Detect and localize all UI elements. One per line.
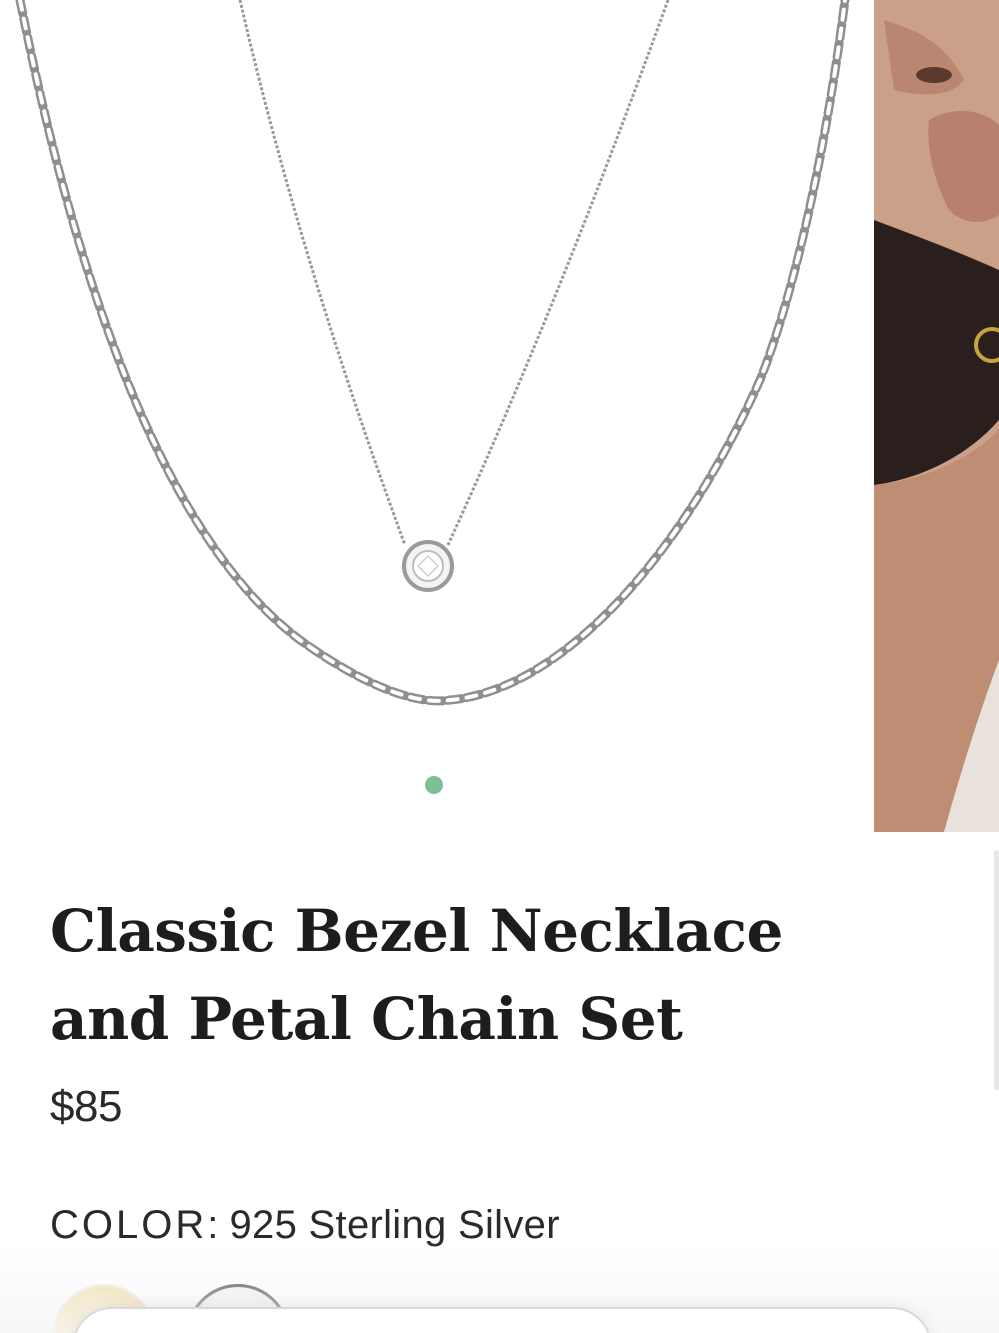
color-selected-value: 925 Sterling Silver: [229, 1203, 560, 1247]
model-image[interactable]: [874, 0, 999, 832]
product-price: $85: [50, 1082, 122, 1131]
color-label: COLOR: [50, 1203, 208, 1247]
color-selection-label: COLOR: 925 Sterling Silver: [50, 1203, 560, 1248]
product-image-necklace[interactable]: [0, 0, 862, 832]
color-separator: :: [207, 1203, 219, 1247]
carousel-pager-dot-active[interactable]: [425, 776, 443, 794]
image-carousel[interactable]: [0, 0, 999, 832]
product-page: Classic Bezel Necklace and Petal Chain S…: [0, 0, 999, 1333]
bottom-sheet-handle[interactable]: [72, 1307, 932, 1333]
scrollbar-thumb[interactable]: [994, 850, 999, 1090]
product-title: Classic Bezel Necklace and Petal Chain S…: [50, 897, 783, 1053]
